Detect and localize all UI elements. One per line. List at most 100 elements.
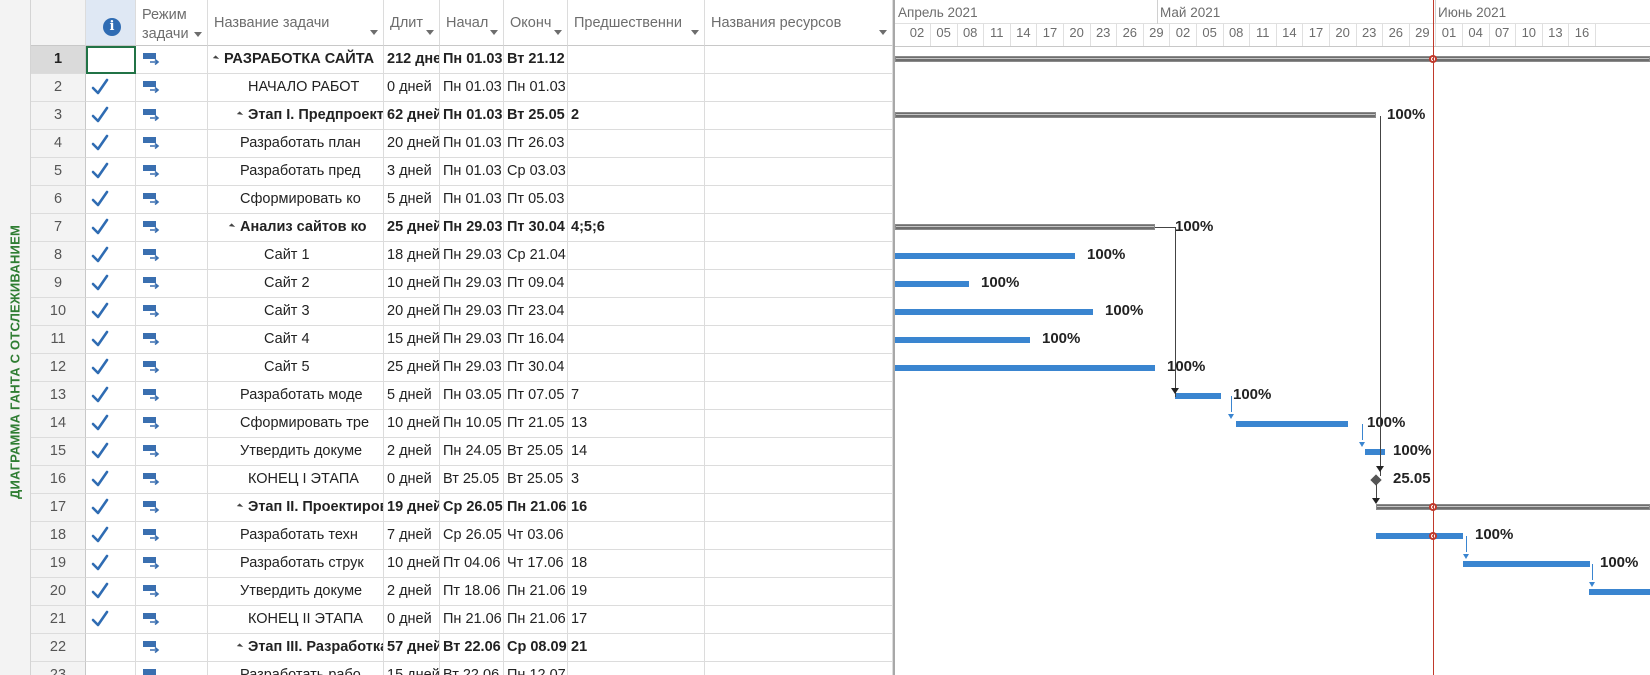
duration-cell[interactable]: 10 дней xyxy=(384,550,440,578)
chevron-down-icon[interactable] xyxy=(691,30,699,35)
task-name-cell[interactable]: Сайт 1 xyxy=(208,242,384,270)
view-bar[interactable]: ДИАГРАММА ГАНТА С ОТСЛЕЖИВАНИЕМ xyxy=(0,0,31,675)
finish-cell[interactable]: Вт 25.05 xyxy=(504,466,568,494)
resource-cell[interactable] xyxy=(705,46,893,74)
task-mode-cell[interactable] xyxy=(136,662,208,675)
pred-cell[interactable]: 7 xyxy=(568,382,705,410)
resource-cell[interactable] xyxy=(705,102,893,130)
column-header-finish[interactable]: Оконч xyxy=(504,0,568,46)
table-row[interactable]: 6 Сформировать ко 5 дней Пн 01.03 Пт 05.03 xyxy=(31,186,893,214)
task-name-cell[interactable]: РАЗРАБОТКА САЙТА xyxy=(208,46,384,74)
pred-cell[interactable]: 17 xyxy=(568,606,705,634)
task-bar[interactable] xyxy=(895,365,1155,371)
task-mode-cell[interactable] xyxy=(136,438,208,466)
start-cell[interactable]: Пн 29.03 xyxy=(440,270,504,298)
row-number[interactable]: 1 xyxy=(31,46,86,74)
row-number[interactable]: 20 xyxy=(31,578,86,606)
table-row[interactable]: 15 Утвердить докуме 2 дней Пн 24.05 Вт 25.05… xyxy=(31,438,893,466)
task-name-cell[interactable]: Разработать план xyxy=(208,130,384,158)
indicator-cell[interactable] xyxy=(86,662,136,675)
duration-cell[interactable]: 19 дней xyxy=(384,494,440,522)
task-name-cell[interactable]: Утвердить докуме xyxy=(208,438,384,466)
task-name-cell[interactable]: Разработать пред xyxy=(208,158,384,186)
pred-cell[interactable]: 19 xyxy=(568,578,705,606)
row-number[interactable]: 17 xyxy=(31,494,86,522)
row-number[interactable]: 15 xyxy=(31,438,86,466)
table-row[interactable]: 5 Разработать пред 3 дней Пн 01.03 Ср 03.03 xyxy=(31,158,893,186)
duration-cell[interactable]: 0 дней xyxy=(384,606,440,634)
finish-cell[interactable]: Вт 25.05 xyxy=(504,438,568,466)
pred-cell[interactable] xyxy=(568,326,705,354)
summary-bar[interactable] xyxy=(895,224,1155,230)
task-bar[interactable] xyxy=(1175,393,1221,399)
task-mode-cell[interactable] xyxy=(136,494,208,522)
resource-cell[interactable] xyxy=(705,634,893,662)
task-mode-cell[interactable] xyxy=(136,158,208,186)
start-cell[interactable]: Пн 10.05 xyxy=(440,410,504,438)
start-cell[interactable]: Вт 22.06 xyxy=(440,634,504,662)
summary-bar[interactable] xyxy=(895,112,1376,118)
chevron-down-icon[interactable] xyxy=(370,30,378,35)
pred-cell[interactable]: 14 xyxy=(568,438,705,466)
task-name-cell[interactable]: НАЧАЛО РАБОТ xyxy=(208,74,384,102)
duration-cell[interactable]: 5 дней xyxy=(384,186,440,214)
resource-cell[interactable] xyxy=(705,662,893,675)
task-name-cell[interactable]: Сайт 2 xyxy=(208,270,384,298)
resource-cell[interactable] xyxy=(705,606,893,634)
resource-cell[interactable] xyxy=(705,466,893,494)
duration-cell[interactable]: 25 дней xyxy=(384,214,440,242)
indicator-cell[interactable] xyxy=(86,522,136,550)
task-bar[interactable] xyxy=(1236,421,1348,427)
start-cell[interactable]: Ср 26.05 xyxy=(440,494,504,522)
table-row[interactable]: 4 Разработать план 20 дней Пн 01.03 Пт 26.03 xyxy=(31,130,893,158)
finish-cell[interactable]: Ср 21.04 xyxy=(504,242,568,270)
start-cell[interactable]: Пн 01.03 xyxy=(440,130,504,158)
task-bar[interactable] xyxy=(895,281,969,287)
start-cell[interactable]: Пт 18.06 xyxy=(440,578,504,606)
table-row[interactable]: 1 РАЗРАБОТКА САЙТА 212 дне Пн 01.03 Вт 21.12 xyxy=(31,46,893,74)
start-cell[interactable]: Пн 01.03 xyxy=(440,74,504,102)
row-number[interactable]: 12 xyxy=(31,354,86,382)
start-cell[interactable]: Пн 01.03 xyxy=(440,158,504,186)
task-name-cell[interactable]: Сайт 4 xyxy=(208,326,384,354)
task-name-cell[interactable]: Разработать рабо xyxy=(208,662,384,675)
duration-cell[interactable]: 212 дне xyxy=(384,46,440,74)
table-row[interactable]: 9 Сайт 2 10 дней Пн 29.03 Пт 09.04 xyxy=(31,270,893,298)
start-cell[interactable]: Пн 21.06 xyxy=(440,606,504,634)
pred-cell[interactable] xyxy=(568,130,705,158)
row-number[interactable]: 8 xyxy=(31,242,86,270)
collapse-icon[interactable] xyxy=(236,111,244,118)
pred-cell[interactable] xyxy=(568,270,705,298)
column-header-predecessors[interactable]: Предшественни xyxy=(568,0,705,46)
finish-cell[interactable]: Чт 17.06 xyxy=(504,550,568,578)
pred-cell[interactable]: 18 xyxy=(568,550,705,578)
task-bar[interactable] xyxy=(1376,533,1463,539)
resource-cell[interactable] xyxy=(705,158,893,186)
row-number[interactable]: 19 xyxy=(31,550,86,578)
indicators-header[interactable]: i xyxy=(86,0,136,46)
pred-cell[interactable]: 3 xyxy=(568,466,705,494)
task-mode-cell[interactable] xyxy=(136,270,208,298)
task-mode-cell[interactable] xyxy=(136,46,208,74)
summary-bar[interactable] xyxy=(1376,504,1650,510)
task-mode-cell[interactable] xyxy=(136,550,208,578)
resource-cell[interactable] xyxy=(705,214,893,242)
row-number[interactable]: 11 xyxy=(31,326,86,354)
duration-cell[interactable]: 20 дней xyxy=(384,298,440,326)
collapse-icon[interactable] xyxy=(236,643,244,650)
start-cell[interactable]: Пн 01.03 xyxy=(440,186,504,214)
chevron-down-icon[interactable] xyxy=(879,30,887,35)
resource-cell[interactable] xyxy=(705,382,893,410)
task-mode-cell[interactable] xyxy=(136,298,208,326)
duration-cell[interactable]: 2 дней xyxy=(384,578,440,606)
table-row[interactable]: 21 КОНЕЦ II ЭТАПА 0 дней Пн 21.06 Пн 21.06 17 xyxy=(31,606,893,634)
column-header-start[interactable]: Начал xyxy=(440,0,504,46)
collapse-icon[interactable] xyxy=(236,503,244,510)
row-number[interactable]: 22 xyxy=(31,634,86,662)
row-number[interactable]: 21 xyxy=(31,606,86,634)
pred-cell[interactable] xyxy=(568,74,705,102)
duration-cell[interactable]: 20 дней xyxy=(384,130,440,158)
start-cell[interactable]: Ср 26.05 xyxy=(440,522,504,550)
resource-cell[interactable] xyxy=(705,270,893,298)
column-header-resources[interactable]: Названия ресурсов xyxy=(705,0,893,46)
